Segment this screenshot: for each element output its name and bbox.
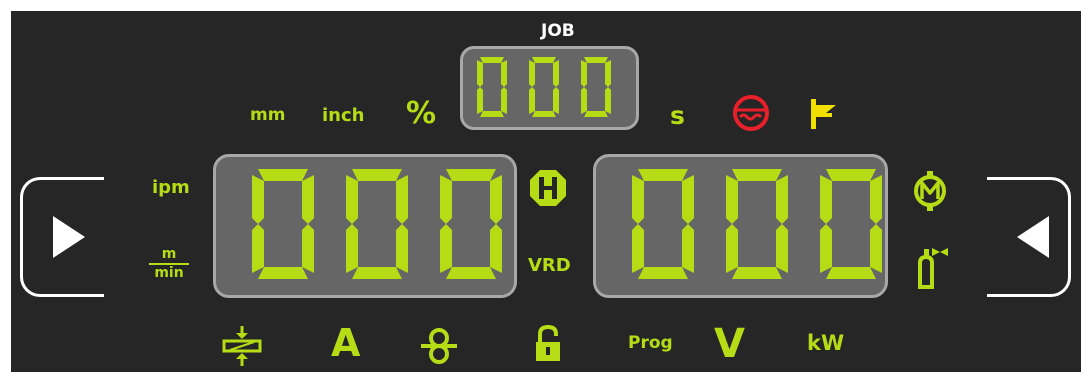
unit-seconds: s — [670, 101, 685, 130]
right-arrow-button[interactable] — [987, 177, 1071, 297]
right-display[interactable] — [593, 154, 888, 298]
display-digit — [820, 169, 882, 279]
left-display-digits — [252, 169, 502, 279]
unit-kw: kW — [807, 331, 845, 355]
motor-m-icon — [914, 171, 946, 211]
unit-m-per-min-bottom: min — [154, 265, 184, 281]
unit-amps: A — [331, 321, 361, 365]
unit-m-per-min-top: m — [161, 246, 177, 262]
right-display-digits — [632, 169, 882, 279]
unit-ipm: ipm — [152, 177, 190, 198]
left-display[interactable] — [213, 154, 517, 298]
display-digit — [346, 169, 408, 279]
unit-mm: mm — [250, 105, 286, 125]
display-digit — [477, 57, 507, 117]
display-digit — [726, 169, 788, 279]
job-label: JOB — [541, 21, 575, 41]
display-digit — [440, 169, 502, 279]
job-display-digits — [477, 57, 611, 117]
level-flag-icon — [811, 99, 836, 129]
display-digit — [581, 57, 611, 117]
unlock-icon — [536, 324, 560, 361]
inductance-icon — [421, 328, 457, 364]
unit-percent: % — [406, 96, 437, 131]
water-cooling-icon — [733, 95, 769, 131]
play-right-icon — [53, 216, 85, 258]
play-left-icon — [1017, 216, 1049, 258]
job-display[interactable] — [460, 46, 639, 130]
left-arrow-button[interactable] — [20, 177, 104, 297]
material-thickness-icon — [222, 326, 262, 366]
display-digit — [252, 169, 314, 279]
unit-inch: inch — [322, 105, 365, 126]
vrd-label: VRD — [528, 255, 571, 276]
unit-volts: V — [714, 321, 745, 367]
prog-label: Prog — [628, 333, 673, 353]
gas-cylinder-icon — [918, 248, 948, 289]
display-digit — [632, 169, 694, 279]
hold-h-icon — [530, 170, 566, 206]
welder-control-panel: JOB mm inch % s ipm m min VRD A Prog V k… — [11, 11, 1081, 372]
display-digit — [529, 57, 559, 117]
unit-m-per-min: m min — [149, 247, 189, 281]
